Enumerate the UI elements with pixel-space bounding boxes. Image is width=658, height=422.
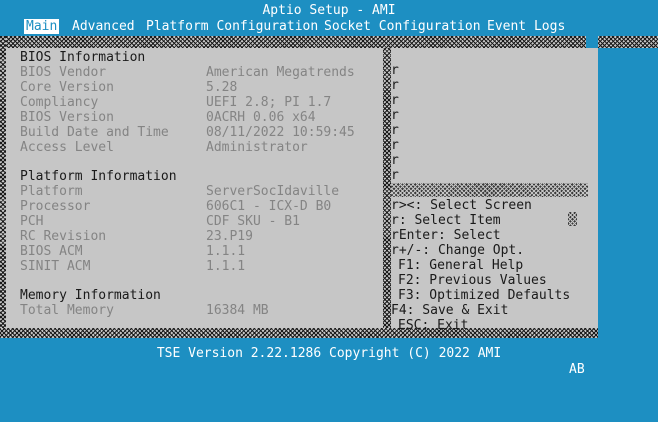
- core-version-label: Core Version: [20, 80, 114, 95]
- corner-label: AB: [569, 362, 585, 377]
- help-text: : Select Item: [398, 213, 501, 228]
- footer-version: TSE Version 2.22.1286 Copyright (C) 2022…: [156, 346, 502, 361]
- help-text: ><: Select Screen: [398, 198, 532, 213]
- top-bar: Aptio Setup - AMI Main Advanced Platform…: [0, 0, 658, 36]
- panel-bottom-border: [0, 328, 598, 338]
- compliancy-value: UEFI 2.8; PI 1.7: [206, 95, 332, 110]
- help-marker: r: [391, 138, 399, 153]
- panel-left-border: [0, 36, 6, 338]
- panel-right-border-strip: [598, 36, 658, 48]
- core-version-value: 5.28: [206, 80, 238, 95]
- help-key-select-screen: r><: Select Screen: [391, 198, 532, 213]
- bios-version-label: BIOS Version: [20, 110, 114, 125]
- help-marker: r: [391, 198, 399, 213]
- help-marker: r: [391, 213, 399, 228]
- pch-label: PCH: [20, 214, 44, 229]
- help-scrollbar-thumb[interactable]: [568, 212, 577, 226]
- tab-platform-configuration[interactable]: Platform Configuration: [144, 19, 320, 34]
- help-marker: r: [391, 93, 399, 108]
- help-key-select-item: r: Select Item: [391, 213, 501, 228]
- rc-revision-value: 23.P19: [206, 229, 253, 244]
- bios-version-value: 0ACRH 0.06 x64: [206, 110, 316, 125]
- tab-event-logs[interactable]: Event Logs: [485, 19, 567, 34]
- help-marker: r: [391, 243, 399, 258]
- processor-value: 606C1 - ICX-D B0: [206, 199, 332, 214]
- help-key-change-opt: r+/-: Change Opt.: [391, 243, 524, 258]
- help-marker: r: [391, 108, 399, 123]
- panel-divider: [383, 48, 391, 328]
- bios-acm-label: BIOS ACM: [20, 244, 83, 259]
- help-divider: [391, 183, 588, 197]
- app-title: Aptio Setup - AMI: [262, 3, 396, 18]
- help-key-enter: rEnter: Select: [391, 228, 501, 243]
- help-text: Enter: Select: [398, 228, 501, 243]
- help-marker: r: [391, 168, 399, 183]
- panel-top-border: [0, 36, 586, 48]
- access-level-value: Administrator: [206, 140, 308, 155]
- help-marker: r: [391, 153, 399, 168]
- total-memory-label: Total Memory: [20, 303, 114, 318]
- help-text: +/-: Change Opt.: [398, 243, 525, 258]
- platform-value: ServerSocIdaville: [206, 184, 340, 199]
- access-level-label: Access Level: [20, 140, 114, 155]
- help-key-esc: ESC: Exit: [398, 318, 469, 333]
- help-marker: r: [391, 78, 399, 93]
- sinit-acm-value: 1.1.1: [206, 259, 246, 274]
- section-heading-platform: Platform Information: [20, 169, 177, 184]
- tab-socket-configuration[interactable]: Socket Configuration: [322, 19, 483, 34]
- processor-label: Processor: [20, 199, 91, 214]
- help-marker: r: [391, 63, 399, 78]
- platform-label: Platform: [20, 184, 83, 199]
- help-key-f2: F2: Previous Values: [398, 273, 547, 288]
- help-key-f4: F4: Save & Exit: [391, 303, 509, 318]
- help-marker: r: [391, 123, 399, 138]
- tab-main[interactable]: Main: [24, 19, 60, 34]
- help-key-f3: F3: Optimized Defaults: [398, 288, 571, 303]
- tab-advanced[interactable]: Advanced: [70, 19, 137, 34]
- sinit-acm-label: SINIT ACM: [20, 259, 91, 274]
- build-date-value: 08/11/2022 10:59:45: [206, 125, 355, 140]
- build-date-label: Build Date and Time: [20, 125, 169, 140]
- bios-acm-value: 1.1.1: [206, 244, 246, 259]
- bios-vendor-label: BIOS Vendor: [20, 65, 107, 80]
- section-heading-memory: Memory Information: [20, 288, 161, 303]
- rc-revision-label: RC Revision: [20, 229, 107, 244]
- help-marker: r: [391, 228, 399, 243]
- section-heading-bios: BIOS Information: [20, 50, 146, 65]
- compliancy-label: Compliancy: [20, 95, 99, 110]
- pch-value: CDF SKU - B1: [206, 214, 300, 229]
- bios-vendor-value: American Megatrends: [206, 65, 355, 80]
- total-memory-value: 16384 MB: [206, 303, 269, 318]
- help-key-f1: F1: General Help: [398, 258, 524, 273]
